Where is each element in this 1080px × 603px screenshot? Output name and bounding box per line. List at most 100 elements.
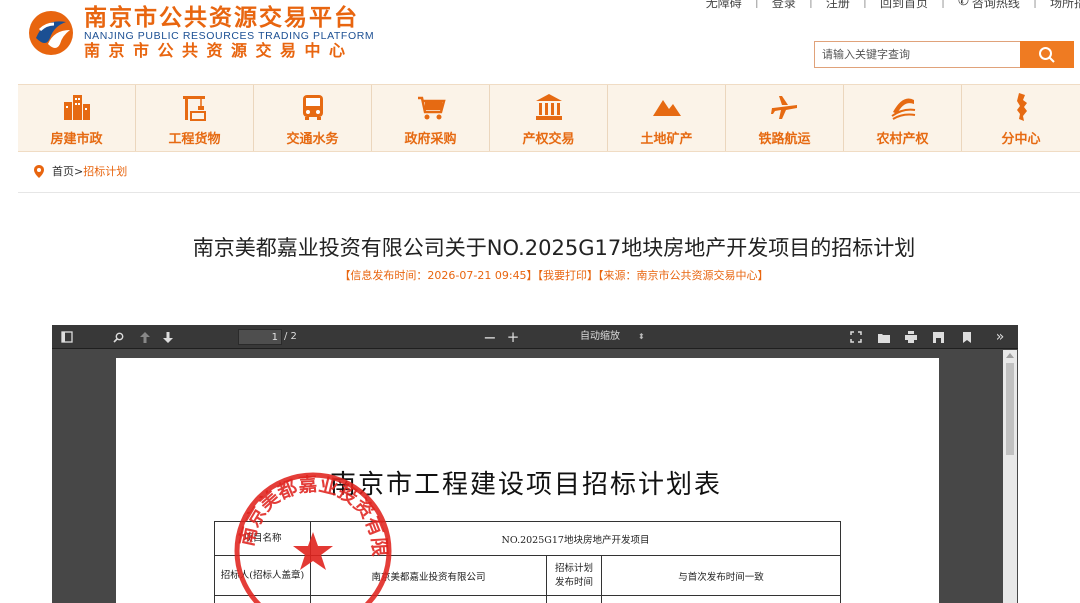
mountain-icon bbox=[652, 100, 681, 116]
logo-emblem-icon bbox=[29, 11, 73, 55]
sidebar-toggle-button[interactable] bbox=[58, 325, 76, 349]
previous-page-button[interactable] bbox=[137, 325, 153, 349]
plus-icon: + bbox=[506, 328, 520, 346]
nav-label: 政府采购 bbox=[404, 132, 457, 147]
link-venue-guide[interactable]: 场所指 bbox=[1050, 0, 1080, 11]
sidebar-toggle-icon bbox=[61, 331, 73, 343]
link-accessibility[interactable]: 无障碍 bbox=[706, 0, 742, 11]
table-cell-value: NO.2025G17地块房地产开发项目 bbox=[310, 521, 841, 556]
link-login[interactable]: 登录 bbox=[772, 0, 796, 11]
table-cell-label: 招标计划发布时间 bbox=[546, 555, 602, 596]
nav-label: 交通水务 bbox=[286, 132, 339, 147]
nav-item-transport[interactable]: 交通水务 bbox=[254, 85, 372, 151]
crane-icon bbox=[182, 96, 206, 121]
article-meta: 【信息发布时间：2026-07-21 09:45】【我要打印】【来源：南京市公共… bbox=[339, 269, 769, 282]
farmland-icon bbox=[890, 98, 915, 120]
download-button[interactable] bbox=[930, 325, 946, 349]
breadcrumb-current[interactable]: 招标计划 bbox=[83, 163, 127, 179]
nav-item-railway[interactable]: 铁路航运 bbox=[726, 85, 844, 151]
link-home[interactable]: 回到首页 bbox=[880, 0, 928, 11]
fullscreen-icon bbox=[850, 331, 862, 343]
airplane-icon bbox=[770, 96, 797, 119]
logo-subtitle-cn: 南京市公共资源交易中心 bbox=[84, 41, 354, 60]
search-input[interactable] bbox=[814, 41, 1020, 68]
logo-title-cn: 南京市公共资源交易平台 bbox=[84, 5, 359, 31]
breadcrumb: 首页> 招标计划 bbox=[34, 163, 127, 179]
nav-item-procurement[interactable]: 政府采购 bbox=[372, 85, 490, 151]
search-icon bbox=[112, 332, 123, 343]
more-tools-button[interactable]: » bbox=[992, 325, 1008, 349]
link-register[interactable]: 注册 bbox=[826, 0, 850, 11]
nav-label: 土地矿产 bbox=[640, 132, 693, 147]
breadcrumb-home[interactable]: 首页> bbox=[52, 163, 83, 179]
separator: | bbox=[1032, 0, 1037, 8]
search-bar bbox=[814, 41, 1074, 68]
nav-label: 产权交易 bbox=[522, 132, 575, 147]
scroll-thumb[interactable] bbox=[1006, 363, 1014, 455]
search-icon bbox=[1039, 46, 1055, 63]
nav-item-property[interactable]: 产权交易 bbox=[490, 85, 608, 151]
arrow-up-icon bbox=[140, 331, 150, 343]
buildings-icon bbox=[63, 95, 90, 120]
table-cell-label: 招标人(招标人盖章) bbox=[214, 555, 311, 596]
main-nav: 房建市政 工程货物 交通水务 政府采购 产权交易 土地矿产 铁路航运 农村产权 … bbox=[18, 84, 1080, 152]
document-title: 南京市工程建设项目招标计划表 bbox=[330, 470, 723, 500]
pdf-toolbar: / 2 − + 自动缩放 ⬍ bbox=[52, 325, 1018, 349]
page-count: / 2 bbox=[284, 331, 297, 342]
double-chevron-right-icon: » bbox=[995, 329, 1005, 345]
table-cell bbox=[214, 595, 311, 603]
logo-text: 南京市公共资源交易平台 NANJING PUBLIC RESOURCES TRA… bbox=[84, 6, 374, 60]
print-button[interactable] bbox=[903, 325, 919, 349]
nav-item-branch[interactable]: 分中心 bbox=[962, 85, 1080, 151]
pdf-scrollbar[interactable] bbox=[1003, 350, 1017, 603]
nav-item-land[interactable]: 土地矿产 bbox=[608, 85, 726, 151]
nav-label: 工程货物 bbox=[168, 132, 221, 147]
page: 南京市公共资源交易平台 NANJING PUBLIC RESOURCES TRA… bbox=[0, 0, 1080, 603]
table-cell-label: 项目名称 bbox=[214, 521, 311, 556]
zoom-in-button[interactable]: + bbox=[505, 325, 521, 349]
save-icon bbox=[932, 331, 944, 343]
chevron-updown-icon: ⬍ bbox=[638, 332, 645, 341]
document-table: 项目名称 NO.2025G17地块房地产开发项目 招标人(招标人盖章) 南京美都… bbox=[214, 521, 841, 603]
minus-icon: − bbox=[483, 327, 497, 347]
nav-label: 农村产权 bbox=[876, 132, 929, 147]
table-cell bbox=[310, 595, 547, 603]
map-icon bbox=[1017, 93, 1027, 121]
page-number-input[interactable] bbox=[238, 329, 282, 345]
article-title: 南京美都嘉业投资有限公司关于NO.2025G17地块房地产开发项目的招标计划 bbox=[192, 236, 916, 260]
separator: | bbox=[862, 0, 867, 8]
bank-icon bbox=[535, 94, 562, 120]
table-row: 招标人(招标人盖章) 南京美都嘉业投资有限公司 招标计划发布时间 与首次发布时间… bbox=[214, 555, 841, 596]
cart-icon bbox=[417, 96, 446, 120]
location-pin-icon bbox=[34, 164, 44, 178]
top-links: 无障碍 | 登录 | 注册 | 回到首页 | ✆ 咨询热线 | 场所指 bbox=[706, 0, 1080, 11]
bookmark-icon bbox=[963, 331, 971, 343]
scroll-up-arrow-icon[interactable] bbox=[1006, 353, 1014, 358]
next-page-button[interactable] bbox=[160, 325, 176, 349]
table-cell bbox=[601, 595, 841, 603]
link-hotline[interactable]: 咨询热线 bbox=[972, 0, 1020, 11]
site-logo[interactable]: 南京市公共资源交易平台 NANJING PUBLIC RESOURCES TRA… bbox=[26, 6, 374, 60]
bookmark-button[interactable] bbox=[960, 325, 974, 349]
phone-icon: ✆ bbox=[958, 0, 969, 9]
bus-icon bbox=[302, 95, 323, 120]
zoom-select[interactable]: 自动缩放 bbox=[580, 325, 620, 349]
search-button[interactable] bbox=[1020, 41, 1074, 68]
separator: | bbox=[940, 0, 946, 8]
nav-item-housing[interactable]: 房建市政 bbox=[18, 85, 136, 151]
nav-item-rural[interactable]: 农村产权 bbox=[844, 85, 962, 151]
arrow-down-icon bbox=[163, 331, 173, 343]
table-cell-value: 南京美都嘉业投资有限公司 bbox=[310, 555, 547, 596]
nav-label: 分中心 bbox=[1001, 132, 1041, 147]
table-cell-value: 与首次发布时间一致 bbox=[601, 555, 841, 596]
open-file-button[interactable] bbox=[876, 325, 892, 349]
zoom-out-button[interactable]: − bbox=[482, 325, 498, 349]
folder-icon bbox=[878, 333, 890, 343]
separator: | bbox=[754, 0, 759, 8]
presentation-mode-button[interactable] bbox=[848, 325, 864, 349]
site-header: 南京市公共资源交易平台 NANJING PUBLIC RESOURCES TRA… bbox=[0, 0, 1080, 84]
separator: | bbox=[808, 0, 813, 8]
nav-item-engineering[interactable]: 工程货物 bbox=[136, 85, 254, 151]
find-button[interactable] bbox=[110, 325, 126, 349]
nav-label: 铁路航运 bbox=[758, 132, 811, 147]
